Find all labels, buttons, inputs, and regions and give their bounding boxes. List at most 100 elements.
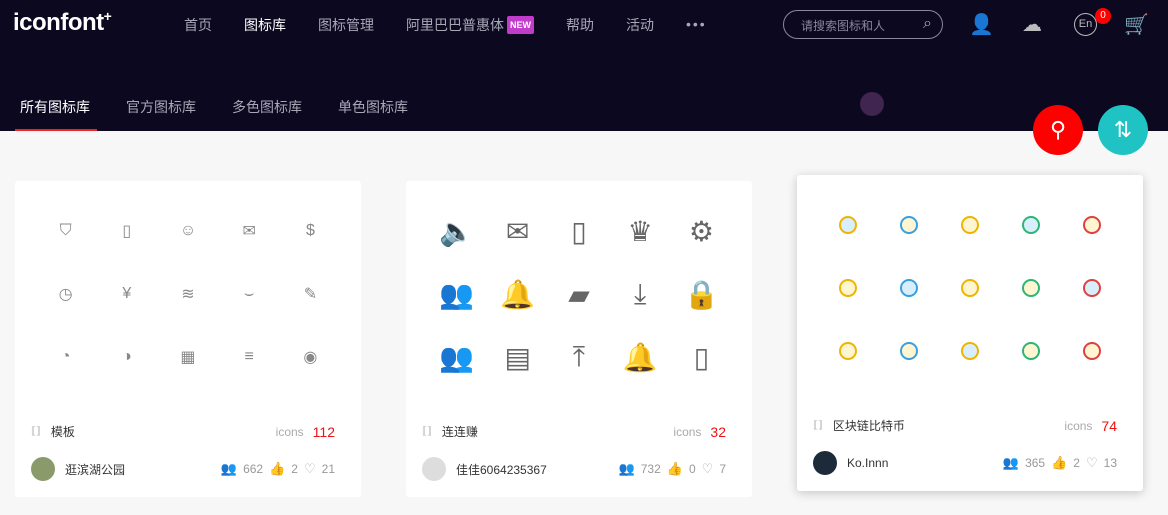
top-header: iconfont+ 首页 图标库 图标管理 阿里巴巴普惠体 NEW 帮助 活动 •… — [0, 0, 1168, 131]
preview-icon: 🔔 — [500, 278, 536, 310]
bitcoin-preview-icon — [1001, 270, 1062, 306]
like-icon[interactable]: 👍 — [269, 461, 285, 477]
preview-icon: ✎ — [303, 286, 318, 303]
coin-icon — [1083, 342, 1102, 360]
author-name[interactable]: Ko.Innn — [847, 456, 888, 470]
preview-icon: ✉ — [242, 223, 256, 240]
nav-help[interactable]: 帮助 — [566, 16, 594, 34]
icon-preview-grid: 🔈 ✉ ▯ ♛ ⚙ 👥 🔔 ▰ ⤓ 🔒 👥 ▤ ⤒ 🔔 ▯ — [426, 213, 732, 375]
nav-home[interactable]: 首页 — [184, 16, 212, 34]
cart-count-badge: 0 — [1095, 8, 1111, 24]
preview-icon: ▯ — [693, 341, 710, 373]
coin-icon — [960, 216, 979, 234]
preview-icon: ≋ — [181, 286, 195, 303]
likes-count: 2 — [1073, 456, 1080, 470]
preview-icon: ⤓ — [634, 277, 647, 309]
preview-icon: ▯ — [571, 215, 587, 247]
library-title[interactable]: 模板 — [51, 423, 75, 440]
icon-count: 32 — [710, 423, 726, 440]
author-name[interactable]: 逛滨湖公园 — [65, 461, 125, 478]
avatar[interactable] — [31, 457, 55, 481]
avatar[interactable] — [813, 451, 837, 475]
icon-preview-grid — [817, 207, 1123, 369]
upload-cloud-icon[interactable]: ☁ — [1022, 12, 1042, 37]
heart-icon[interactable]: ♡ — [1086, 455, 1098, 471]
preview-icon: ☺ — [179, 222, 197, 239]
preview-icon: ✉ — [506, 215, 530, 247]
bitcoin-preview-icon — [878, 333, 939, 369]
preview-icon: ⤒ — [572, 340, 586, 372]
decorative-dot — [860, 92, 884, 116]
tab-all[interactable]: 所有图标库 — [15, 97, 97, 131]
icons-label: icons — [673, 424, 702, 439]
likes-count: 2 — [291, 462, 298, 476]
tab-official[interactable]: 官方图标库 — [126, 97, 196, 117]
favorites-count: 21 — [321, 462, 335, 476]
library-card[interactable]: 🔈 ✉ ▯ ♛ ⚙ 👥 🔔 ▰ ⤓ 🔒 👥 ▤ ⤒ 🔔 ▯ ⟦⟧ 连连赚 icons 32 佳佳606423536… — [406, 181, 752, 497]
avatar[interactable] — [422, 457, 446, 481]
preview-icon: ◔ — [60, 348, 71, 365]
preview-icon: 🔔 — [622, 341, 658, 373]
coin-icon — [899, 279, 918, 297]
heart-icon[interactable]: ♡ — [304, 461, 316, 477]
author-name[interactable]: 佳佳6064235367 — [456, 461, 547, 478]
logo-plus: + — [103, 8, 112, 24]
preview-icon: ◑ — [121, 348, 132, 365]
bitcoin-preview-icon — [1001, 333, 1062, 369]
coin-icon — [1083, 216, 1102, 234]
views-icon: 👥 — [1002, 455, 1020, 470]
bitcoin-preview-icon — [939, 207, 1000, 243]
bitcoin-preview-icon — [939, 333, 1000, 369]
preview-icon: 👥 — [439, 278, 475, 310]
like-icon[interactable]: 👍 — [667, 461, 683, 477]
heart-icon[interactable]: ♡ — [702, 461, 714, 477]
likes-count: 0 — [688, 462, 696, 476]
nav-alibaba-font[interactable]: 阿里巴巴普惠体 NEW — [406, 16, 534, 34]
search-icon[interactable]: ⌕ — [923, 15, 932, 33]
nav-icon-manage[interactable]: 图标管理 — [318, 16, 374, 34]
nav-icon-library[interactable]: 图标库 — [244, 16, 286, 34]
coin-icon — [899, 216, 918, 234]
preview-icon: ▦ — [180, 349, 196, 366]
user-icon[interactable]: 👤 — [969, 12, 994, 37]
icon-count: 112 — [312, 423, 335, 440]
search-placeholder: 请搜索图标和人 — [801, 19, 886, 33]
preview-icon: ⌣ — [243, 285, 255, 302]
bitcoin-preview-icon — [878, 207, 939, 243]
bitcoin-preview-icon — [939, 270, 1000, 306]
preview-icon: ⛉ — [59, 222, 72, 239]
nav-alibaba-font-label: 阿里巴巴普惠体 — [406, 17, 504, 33]
coin-icon — [1022, 342, 1041, 360]
tab-monochrome[interactable]: 单色图标库 — [338, 97, 408, 117]
logo[interactable]: iconfont+ — [13, 8, 112, 37]
coin-icon — [1022, 216, 1041, 234]
preview-icon: 👥 — [439, 341, 475, 373]
search-input[interactable]: 请搜索图标和人 ⌕ — [783, 10, 943, 39]
bitcoin-preview-icon — [1062, 207, 1123, 243]
preview-icon: ≡ — [244, 348, 254, 365]
tab-multicolor[interactable]: 多色图标库 — [232, 97, 302, 117]
preview-icon: ¥ — [122, 285, 132, 302]
language-toggle[interactable]: En — [1074, 13, 1097, 36]
preview-icon: $ — [305, 222, 315, 239]
library-card[interactable]: ⛉ ▯ ☺ ✉ $ ◷ ¥ ≋ ⌣ ✎ ◔ ◑ ▦ ≡ ◉ ⟦⟧ 模板 icons 112 逛滨湖公园 👥 662 👍 2… — [15, 181, 361, 497]
bitcoin-preview-icon — [878, 270, 939, 306]
library-title[interactable]: 连连赚 — [442, 423, 478, 440]
bitcoin-preview-icon — [1001, 207, 1062, 243]
nav-activity[interactable]: 活动 — [626, 16, 654, 34]
library-card[interactable]: ⟦⟧ 区块链比特币 icons 74 Ko.Innn 👥 365 👍 2 ♡ 13 — [797, 175, 1143, 491]
cart-icon[interactable]: 🛒 — [1124, 12, 1149, 37]
coin-icon — [1083, 279, 1102, 297]
like-icon[interactable]: 👍 — [1051, 455, 1067, 471]
views-icon: 👥 — [618, 461, 635, 476]
search-fab-button[interactable]: ⚲ — [1033, 105, 1083, 155]
favorites-count: 13 — [1103, 456, 1117, 470]
icons-label: icons — [1064, 418, 1093, 433]
more-icon[interactable]: ••• — [686, 16, 707, 34]
bitcoin-preview-icon — [817, 270, 878, 306]
coin-icon — [899, 342, 918, 360]
library-icon: ⟦⟧ — [422, 426, 432, 437]
bitcoin-preview-icon — [1062, 270, 1123, 306]
library-title[interactable]: 区块链比特币 — [833, 417, 905, 434]
sort-fab-button[interactable]: ⇅ — [1098, 105, 1148, 155]
